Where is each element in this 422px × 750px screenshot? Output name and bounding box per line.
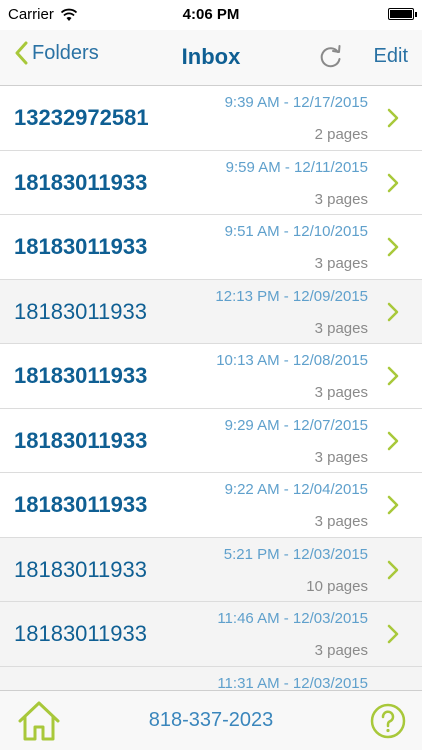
message-row[interactable]: 18183011933 5:21 PM - 12/03/2015 10 pages xyxy=(0,537,422,602)
sender-number: 18183011933 xyxy=(14,363,148,388)
sender-number: 18183011933 xyxy=(14,492,148,517)
chevron-right-icon xyxy=(387,237,399,257)
received-date: 12:13 PM - 12/09/2015 xyxy=(215,287,368,305)
status-bar: Carrier 4:06 PM xyxy=(0,0,422,30)
received-date: 11:46 AM - 12/03/2015 xyxy=(217,610,368,627)
sender-number: 18183011933 xyxy=(14,169,148,195)
chevron-right-icon xyxy=(387,108,399,128)
received-date: 9:29 AM - 12/07/2015 xyxy=(224,416,368,434)
message-row[interactable]: 18183011933 11:46 AM - 12/03/2015 3 pages xyxy=(0,602,422,667)
page-count: 3 pages xyxy=(314,513,368,530)
sender-number: 18183011933 xyxy=(14,556,147,582)
page-count: 3 pages xyxy=(314,255,368,272)
sender-number: 18183011933 xyxy=(14,234,148,259)
refresh-icon[interactable] xyxy=(318,44,344,70)
message-list: 13232972581 9:39 AM - 12/17/2015 2 pages 18… xyxy=(0,86,422,690)
message-row[interactable]: 18183011933 10:13 AM - 12/08/2015 3 pages xyxy=(0,344,422,409)
battery-icon xyxy=(388,8,417,20)
message-row[interactable]: 13232972581 9:39 AM - 12/17/2015 2 pages xyxy=(0,86,422,151)
received-date: 9:59 AM - 12/11/2015 xyxy=(225,158,368,176)
page-count: 3 pages xyxy=(314,384,368,401)
chevron-right-icon xyxy=(387,624,399,644)
page-count: 3 pages xyxy=(314,642,368,659)
message-row[interactable]: 11:31 AM - 12/03/2015 xyxy=(0,666,422,691)
message-row[interactable]: 18183011933 9:29 AM - 12/07/2015 3 pages xyxy=(0,408,422,473)
message-row[interactable]: 18183011933 9:51 AM - 12/10/2015 3 pages xyxy=(0,215,422,280)
sender-number: 18183011933 xyxy=(14,621,147,646)
page-title: Inbox xyxy=(181,44,241,69)
chevron-right-icon xyxy=(387,173,399,192)
sender-number: 18183011933 xyxy=(14,427,148,453)
bottom-bar: 818-337-2023 xyxy=(0,690,422,750)
phone-number[interactable]: 818-337-2023 xyxy=(0,709,422,732)
received-date: 10:13 AM - 12/08/2015 xyxy=(216,352,368,369)
received-date: 9:51 AM - 12/10/2015 xyxy=(224,223,368,240)
chevron-right-icon xyxy=(387,495,399,515)
received-date: 9:39 AM - 12/17/2015 xyxy=(224,94,368,111)
received-date: 11:31 AM - 12/03/2015 xyxy=(217,674,368,691)
message-row[interactable]: 18183011933 9:59 AM - 12/11/2015 3 pages xyxy=(0,150,422,215)
page-count: 10 pages xyxy=(306,577,368,595)
message-row[interactable]: 18183011933 9:22 AM - 12/04/2015 3 pages xyxy=(0,473,422,538)
page-count: 3 pages xyxy=(314,319,368,337)
message-row[interactable]: 18183011933 12:13 PM - 12/09/2015 3 pages xyxy=(0,279,422,344)
received-date: 9:22 AM - 12/04/2015 xyxy=(224,481,368,498)
status-time: 4:06 PM xyxy=(182,6,240,23)
chevron-right-icon xyxy=(387,302,399,321)
chevron-right-icon xyxy=(387,560,399,579)
page-count: 2 pages xyxy=(314,126,368,143)
page-count: 3 pages xyxy=(314,190,368,208)
help-icon[interactable] xyxy=(370,703,406,739)
page-count: 3 pages xyxy=(314,448,368,466)
chevron-right-icon xyxy=(387,431,399,450)
received-date: 5:21 PM - 12/03/2015 xyxy=(223,545,368,563)
sender-number: 18183011933 xyxy=(14,298,147,324)
edit-button[interactable]: Edit xyxy=(374,45,408,68)
sender-number: 13232972581 xyxy=(14,105,149,130)
navigation-bar: Folders Inbox Edit xyxy=(0,30,422,86)
chevron-right-icon xyxy=(387,366,399,386)
